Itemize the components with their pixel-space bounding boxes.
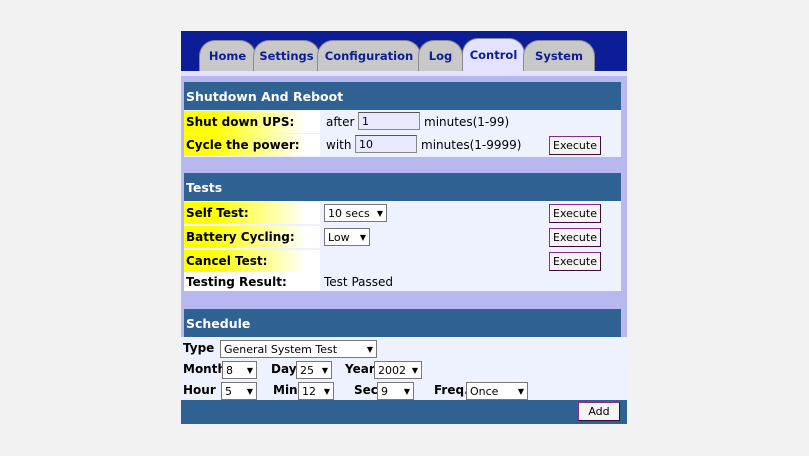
self-test-execute-button[interactable]: Execute [549, 204, 601, 223]
testing-result-value: Test Passed [324, 275, 393, 289]
schedule-min-value: 12 [302, 384, 316, 398]
schedule-freq-label: Freq. [434, 383, 469, 397]
schedule-freq-select[interactable]: Once ▼ [466, 382, 528, 400]
chevron-down-icon: ▼ [246, 386, 253, 396]
chevron-down-icon: ▼ [517, 386, 524, 396]
schedule-month-label: Month [183, 362, 227, 376]
cancel-test-label: Cancel Test: [184, 250, 320, 272]
cycle-with-text: with [326, 138, 352, 152]
chevron-down-icon: ▼ [359, 232, 366, 242]
schedule-day-label: Day [271, 362, 297, 376]
schedule-footer: Add [181, 400, 627, 424]
schedule-type-value: General System Test [224, 342, 338, 356]
shutdown-section: Shut down UPS: after 1 minutes(1-99) Cyc… [184, 110, 621, 157]
shutdown-minutes-input[interactable]: 1 [358, 112, 420, 130]
schedule-year-select[interactable]: 2002 ▼ [374, 361, 422, 379]
schedule-sec-value: 9 [381, 384, 388, 398]
control-panel: Home Settings Configuration Log Control … [181, 31, 627, 424]
shutdown-after-text: after [326, 115, 355, 129]
tests-section: Self Test: 10 secs ▼ Execute Battery Cycl… [184, 201, 621, 291]
tab-log[interactable]: Log [418, 40, 463, 71]
tab-system[interactable]: System [523, 40, 595, 71]
schedule-hour-label: Hour [183, 383, 216, 397]
cycle-minutes-input[interactable]: 10 [355, 135, 417, 153]
schedule-month-select[interactable]: 8 ▼ [222, 361, 257, 379]
schedule-day-value: 25 [300, 363, 314, 377]
shutdown-section-header: Shutdown And Reboot [184, 82, 621, 110]
schedule-day-select[interactable]: 25 ▼ [296, 361, 332, 379]
battery-cycling-label: Battery Cycling: [184, 226, 320, 248]
schedule-min-label: Min [273, 383, 298, 397]
schedule-year-label: Year [345, 362, 375, 376]
shutdown-range-text: minutes(1-99) [424, 115, 510, 129]
schedule-hour-value: 5 [225, 384, 232, 398]
shutdown-ups-label: Shut down UPS: [184, 111, 320, 133]
cycle-power-label: Cycle the power: [184, 134, 320, 156]
schedule-type-select[interactable]: General System Test ▼ [220, 340, 377, 358]
schedule-min-select[interactable]: 12 ▼ [298, 382, 334, 400]
tab-bar: Home Settings Configuration Log Control … [181, 31, 627, 71]
self-test-duration-select[interactable]: 10 secs ▼ [324, 204, 387, 222]
schedule-hour-select[interactable]: 5 ▼ [221, 382, 257, 400]
chevron-down-icon: ▼ [376, 208, 383, 218]
tab-underline [181, 71, 627, 76]
tab-settings[interactable]: Settings [253, 40, 320, 71]
schedule-section: Type General System Test ▼ Month 8 ▼ Day 2… [181, 337, 627, 400]
cycle-execute-button[interactable]: Execute [549, 136, 601, 155]
add-schedule-button[interactable]: Add [578, 402, 620, 421]
battery-cycling-select[interactable]: Low ▼ [324, 228, 370, 246]
cancel-execute-button[interactable]: Execute [549, 252, 601, 271]
schedule-month-value: 8 [226, 363, 233, 377]
schedule-sec-label: Sec [354, 383, 378, 397]
battery-execute-button[interactable]: Execute [549, 228, 601, 247]
chevron-down-icon: ▼ [323, 386, 330, 396]
schedule-sec-select[interactable]: 9 ▼ [377, 382, 414, 400]
schedule-freq-value: Once [470, 384, 499, 398]
battery-cycling-value: Low [328, 230, 350, 244]
tests-section-header: Tests [184, 173, 621, 201]
self-test-duration-value: 10 secs [328, 206, 370, 220]
chevron-down-icon: ▼ [321, 365, 328, 375]
schedule-type-label: Type [183, 341, 215, 355]
tab-configuration[interactable]: Configuration [317, 40, 421, 71]
tab-home[interactable]: Home [199, 40, 256, 71]
chevron-down-icon: ▼ [366, 344, 373, 354]
chevron-down-icon: ▼ [411, 365, 418, 375]
chevron-down-icon: ▼ [246, 365, 253, 375]
schedule-year-value: 2002 [378, 363, 406, 377]
testing-result-label: Testing Result: [184, 272, 320, 291]
cycle-range-text: minutes(1-9999) [421, 138, 522, 152]
self-test-label: Self Test: [184, 202, 320, 224]
chevron-down-icon: ▼ [403, 386, 410, 396]
tab-control[interactable]: Control [462, 38, 525, 71]
schedule-section-header: Schedule [184, 309, 621, 337]
